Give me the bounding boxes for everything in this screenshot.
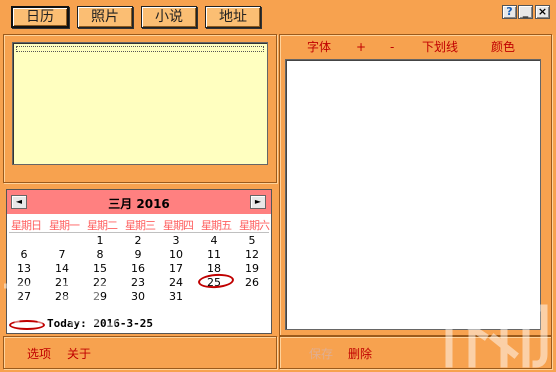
tab-photo-button[interactable]: 照片 [77, 6, 133, 28]
options-button[interactable]: 选项 [27, 345, 51, 362]
tab-calendar-button[interactable]: 日历 [11, 6, 69, 28]
help-button[interactable]: ? [502, 5, 517, 19]
calendar-day[interactable]: 8 [90, 248, 110, 261]
calendar-day[interactable]: 2 [128, 234, 148, 247]
delete-button[interactable]: 删除 [348, 345, 372, 362]
calendar-day[interactable]: 25 [204, 276, 224, 289]
weekday-fri: 星期五 [201, 219, 232, 232]
month-title[interactable]: 三月 2016 [7, 195, 271, 212]
watermark-logo [432, 298, 548, 368]
weekday-mon: 星期一 [49, 219, 80, 232]
calendar-day[interactable]: 1 [90, 234, 110, 247]
calendar-day[interactable]: 10 [166, 248, 186, 261]
about-button[interactable]: 关于 [67, 345, 91, 362]
calendar-day[interactable]: 24 [166, 276, 186, 289]
calendar-day[interactable]: 9 [128, 248, 148, 261]
calendar-day[interactable]: 14 [52, 262, 72, 275]
minimize-button[interactable]: _ [518, 5, 533, 19]
calendar-day[interactable]: 11 [204, 248, 224, 261]
calendar-day[interactable]: 31 [166, 290, 186, 303]
font-button[interactable]: 字体 [307, 40, 331, 54]
color-button[interactable]: 颜色 [491, 40, 515, 54]
calendar-day[interactable]: 4 [204, 234, 224, 247]
calendar-day[interactable]: 15 [90, 262, 110, 275]
calendar-day[interactable]: 16 [128, 262, 148, 275]
focus-indicator [16, 46, 264, 52]
weekday-wed: 星期三 [125, 219, 156, 232]
calendar-day[interactable]: 18 [204, 262, 224, 275]
weekday-tue: 星期二 [87, 219, 118, 232]
tab-novel-button[interactable]: 小说 [141, 6, 197, 28]
weekday-thu: 星期四 [163, 219, 194, 232]
calendar-day[interactable]: 13 [14, 262, 34, 275]
editor-textarea[interactable] [285, 59, 541, 330]
weekday-divider [9, 232, 269, 233]
calendar-day[interactable]: 7 [52, 248, 72, 261]
next-month-button[interactable]: ► [250, 195, 266, 209]
increase-font-button[interactable]: + [356, 40, 366, 54]
calendar-day[interactable]: 3 [166, 234, 186, 247]
calendar-day[interactable]: 19 [242, 262, 262, 275]
note-textarea[interactable] [12, 42, 268, 165]
close-button[interactable]: × [535, 5, 550, 19]
calendar-day[interactable]: 5 [242, 234, 262, 247]
calendar-day[interactable]: 26 [242, 276, 262, 289]
weekday-sat: 星期六 [239, 219, 270, 232]
save-button[interactable]: 保存 [309, 345, 333, 362]
calendar-day[interactable]: 17 [166, 262, 186, 275]
calendar-day[interactable]: 6 [14, 248, 34, 261]
underline-button[interactable]: 下划线 [422, 40, 458, 54]
tab-address-button[interactable]: 地址 [205, 6, 261, 28]
decrease-font-button[interactable]: - [390, 40, 394, 54]
watermark-logo-left [4, 280, 117, 329]
calendar-day[interactable]: 12 [242, 248, 262, 261]
weekday-sun: 星期日 [11, 219, 42, 232]
